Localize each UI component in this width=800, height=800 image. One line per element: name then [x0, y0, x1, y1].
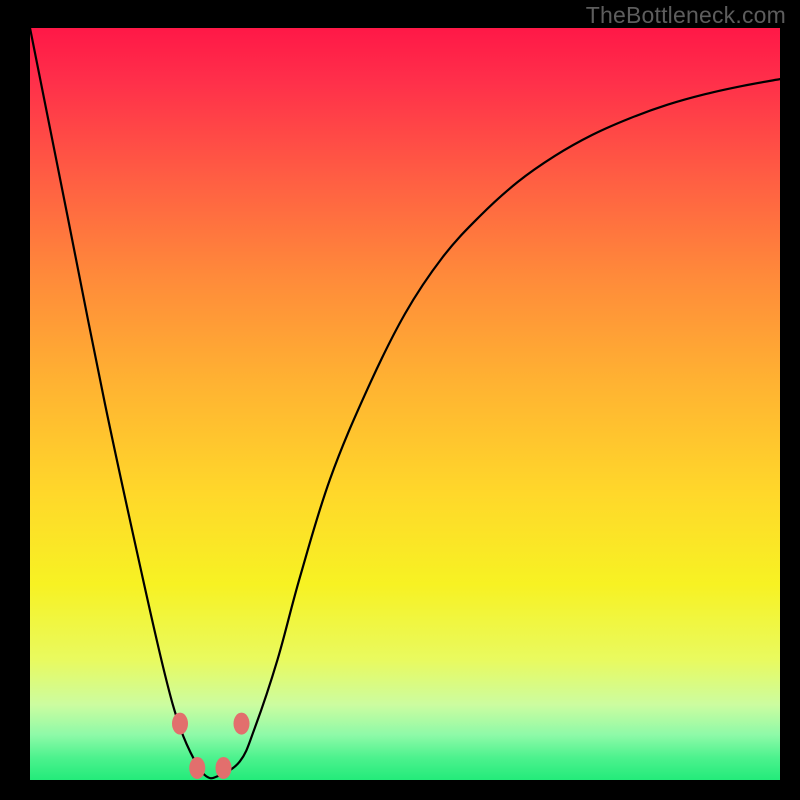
curve-marker	[172, 713, 188, 735]
curve-markers	[172, 713, 250, 779]
bottleneck-curve-path	[30, 28, 780, 778]
chart-plot-area	[30, 28, 780, 780]
bottleneck-curve-svg	[30, 28, 780, 780]
curve-marker	[234, 713, 250, 735]
watermark-text: TheBottleneck.com	[586, 2, 786, 29]
curve-marker	[189, 757, 205, 779]
curve-marker	[216, 757, 232, 779]
